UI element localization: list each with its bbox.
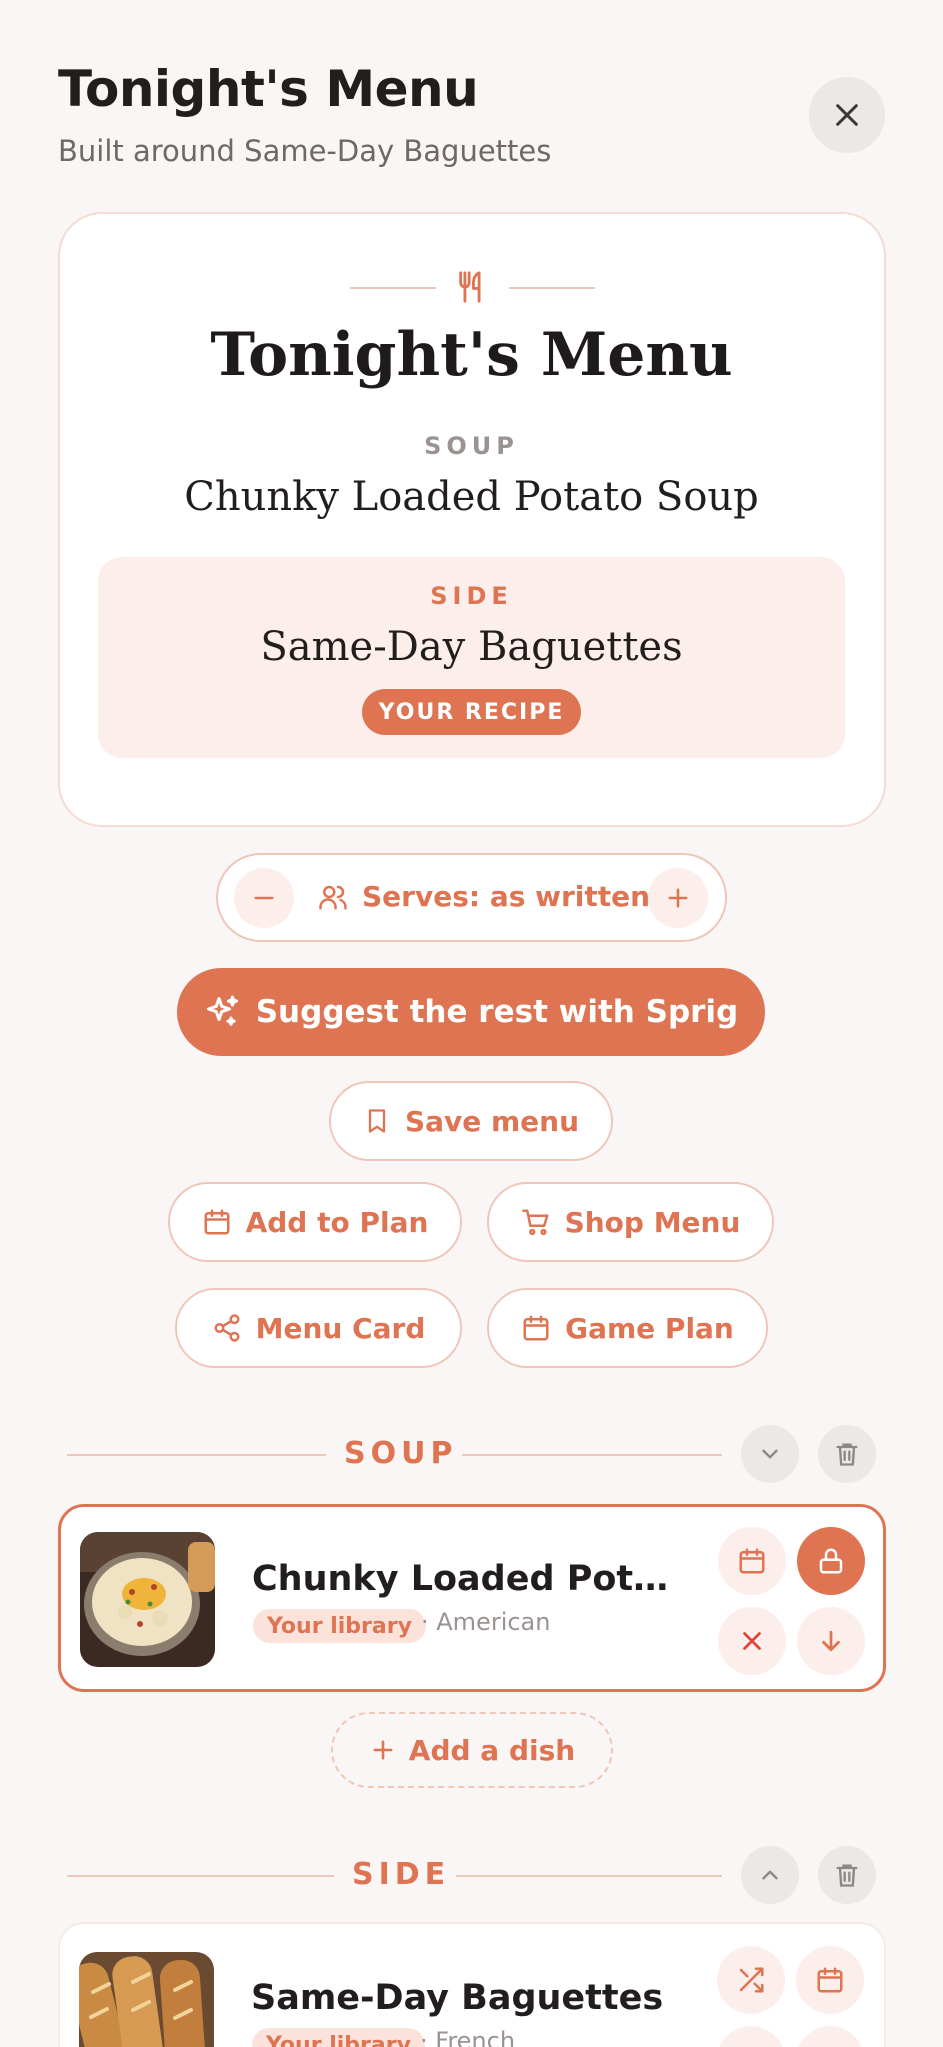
dish-cuisine: · French <box>420 2027 516 2047</box>
chevron-up-icon <box>762 1870 778 1880</box>
arrow-down-icon <box>822 1630 840 1652</box>
section-divider <box>67 1875 334 1877</box>
delete-section-button[interactable] <box>818 1846 876 1904</box>
add-to-plan-button[interactable]: Add to Plan <box>168 1182 462 1262</box>
collapse-section-button[interactable] <box>741 1425 799 1483</box>
menu-card-label: Menu Card <box>255 1311 426 1345</box>
shuffle-icon <box>739 1967 764 1993</box>
dish-name-side: Same-Day Baguettes <box>251 1978 664 2018</box>
lock-icon <box>819 1548 843 1574</box>
shop-menu-button[interactable]: Shop Menu <box>487 1182 774 1262</box>
dish-row-soup[interactable]: Chunky Loaded Potato... Your library · A… <box>58 1504 886 1692</box>
card-title: Tonight's Menu <box>210 320 733 390</box>
game-plan-label: Game Plan <box>565 1311 734 1345</box>
add-dish-button[interactable]: Add a dish <box>331 1712 613 1788</box>
menu-card-button[interactable]: Menu Card <box>175 1288 462 1368</box>
card-dish-soup: Chunky Loaded Potato Soup <box>184 474 759 520</box>
calendar-icon <box>739 1548 765 1574</box>
close-icon <box>836 104 858 126</box>
utensils-icon <box>455 270 489 308</box>
calendar-icon <box>523 1315 549 1341</box>
dish-name-soup: Chunky Loaded Potato... <box>252 1559 682 1599</box>
trash-icon <box>836 1864 858 1887</box>
close-icon <box>743 1632 761 1650</box>
close-button[interactable] <box>809 77 885 153</box>
your-recipe-badge: YOUR RECIPE <box>362 689 581 735</box>
dish-cuisine: · American <box>421 1608 551 1636</box>
page-subtitle: Built around Same-Day Baguettes <box>58 134 552 168</box>
trash-icon <box>836 1443 858 1466</box>
card-course-label-soup: SOUP <box>424 432 519 460</box>
card-dish-side: Same-Day Baguettes <box>260 624 683 670</box>
plus-icon <box>373 1740 393 1760</box>
dish-row-side[interactable]: Same-Day Baguettes Your library · French <box>58 1922 886 2047</box>
page-title: Tonight's Menu <box>58 60 479 118</box>
section-label-side: SIDE <box>352 1857 451 1892</box>
section-divider <box>462 1454 722 1456</box>
section-label-soup: SOUP <box>344 1436 458 1471</box>
delete-section-button[interactable] <box>818 1425 876 1483</box>
bookmark-icon <box>368 1109 386 1133</box>
add-dish-label: Add a dish <box>408 1733 576 1767</box>
remove-dish-button[interactable] <box>717 2026 785 2047</box>
expand-section-button[interactable] <box>741 1846 799 1904</box>
calendar-icon <box>817 1967 843 1993</box>
section-divider <box>456 1875 722 1877</box>
remove-dish-button[interactable] <box>718 1607 786 1675</box>
users-icon <box>319 885 347 909</box>
calendar-icon <box>204 1209 230 1235</box>
serves-display: Serves: as written <box>318 880 650 913</box>
serves-decrease-button[interactable] <box>234 868 294 928</box>
suggest-with-sprig-button[interactable]: Suggest the rest with Sprig <box>177 968 765 1056</box>
minus-icon <box>254 896 274 900</box>
add-to-plan-label: Add to Plan <box>245 1205 429 1239</box>
dish-thumbnail-soup <box>80 1532 215 1667</box>
suggest-label: Suggest the rest with Sprig <box>255 994 739 1030</box>
shop-menu-label: Shop Menu <box>564 1205 741 1239</box>
source-tag: Your library <box>253 1609 426 1643</box>
cart-icon <box>521 1209 549 1236</box>
card-course-label-side: SIDE <box>430 582 513 610</box>
swap-dish-button[interactable] <box>717 1946 785 2014</box>
plus-icon <box>668 888 688 908</box>
serves-increase-button[interactable] <box>648 868 708 928</box>
card-divider-right <box>509 287 595 289</box>
move-down-button[interactable] <box>797 1607 865 1675</box>
section-divider <box>67 1454 326 1456</box>
source-tag: Your library <box>252 2028 425 2047</box>
schedule-dish-button[interactable] <box>718 1527 786 1595</box>
chevron-down-icon <box>762 1449 778 1459</box>
save-menu-label: Save menu <box>404 1104 580 1138</box>
game-plan-button[interactable]: Game Plan <box>487 1288 768 1368</box>
lock-dish-button[interactable] <box>797 1527 865 1595</box>
schedule-dish-button[interactable] <box>796 1946 864 2014</box>
dish-thumbnail-side <box>79 1952 214 2047</box>
serves-label: Serves: as written <box>362 880 651 913</box>
move-down-button[interactable] <box>796 2026 864 2047</box>
card-divider-left <box>350 287 436 289</box>
sparkles-icon <box>206 995 238 1026</box>
share-icon <box>214 1314 240 1342</box>
save-menu-button[interactable]: Save menu <box>329 1081 613 1161</box>
